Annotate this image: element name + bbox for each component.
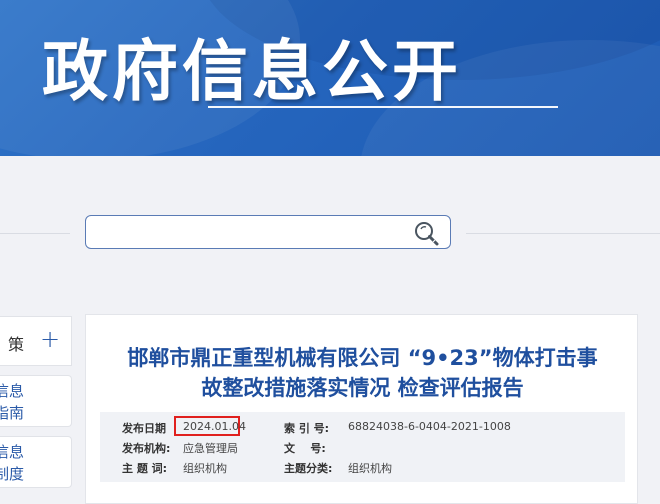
search-icon[interactable] [412, 220, 442, 246]
plus-icon[interactable]: + [40, 325, 60, 353]
sidebar-item-info-guide[interactable]: 信息 指南 [0, 375, 72, 427]
publish-date-label: 发布日期 [122, 422, 166, 435]
document-meta-table: 发布日期 2024.01.04 发布机构: 应急管理局 主 题 词: 组织机构 … [100, 412, 625, 482]
sidebar-item-label: 信息 [0, 382, 25, 400]
search-bar[interactable] [85, 215, 451, 249]
publisher-label: 发布机构: [122, 442, 171, 455]
sidebar-item-label: 指南 [0, 404, 25, 422]
sidebar-item-policy[interactable]: 策 + [0, 316, 72, 366]
sidebar-item-label: 信息 [0, 443, 25, 461]
sidebar-item-label: 策 [8, 335, 25, 354]
banner-divider [208, 106, 558, 108]
doc-number-label: 文 号: [284, 442, 326, 455]
sidebar-item-info-system[interactable]: 信息 制度 [0, 436, 72, 488]
divider-line [466, 233, 660, 234]
publisher-value: 应急管理局 [183, 442, 238, 455]
search-input[interactable] [94, 220, 408, 246]
sidebar-item-label: 制度 [0, 465, 25, 483]
document-card: 邯郸市鼎正重型机械有限公司 “9•23”物体打击事 故整改措施落实情况 检查评估… [85, 314, 638, 504]
banner-title: 政府信息公开 [42, 33, 462, 110]
document-title-line: 邯郸市鼎正重型机械有限公司 “9•23”物体打击事 [127, 346, 598, 370]
publish-date-value: 2024.01.04 [183, 420, 246, 433]
index-label: 索 引 号: [284, 422, 330, 435]
category-label: 主题分类: [284, 462, 333, 475]
category-value: 组织机构 [348, 462, 392, 475]
header-banner: 政府信息公开 [0, 0, 660, 156]
index-value: 68824038-6-0404-2021-1008 [348, 420, 511, 433]
document-title-line: 故整改措施落实情况 检查评估报告 [201, 376, 524, 400]
document-title: 邯郸市鼎正重型机械有限公司 “9•23”物体打击事 故整改措施落实情况 检查评估… [86, 343, 639, 403]
topic-value: 组织机构 [183, 462, 227, 475]
topic-label: 主 题 词: [122, 462, 168, 475]
divider-line [0, 233, 70, 234]
